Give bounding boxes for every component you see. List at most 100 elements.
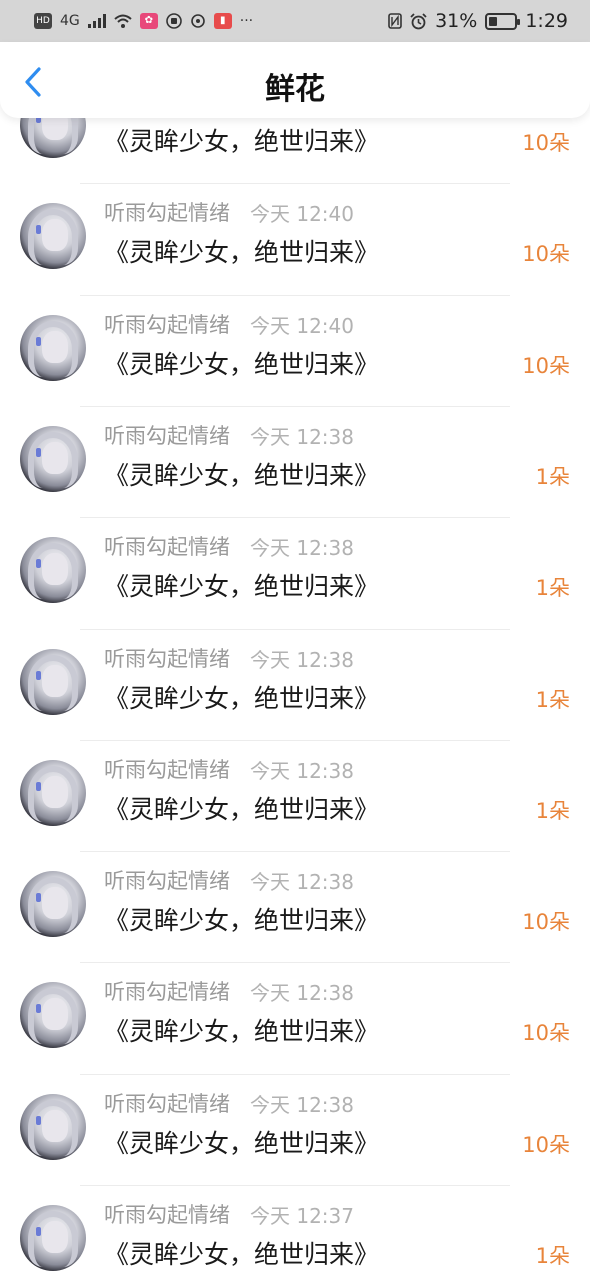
row-divider — [80, 294, 510, 296]
book-title[interactable]: 《灵眸少女，绝世归来》 — [104, 233, 379, 269]
status-bar-right: 31% 1:29 — [388, 10, 568, 32]
avatar-eye — [36, 447, 41, 457]
app-header: 鲜花 — [0, 42, 590, 118]
sender-name[interactable]: 听雨勾起情绪 — [104, 865, 230, 895]
list-item[interactable]: 听雨勾起情绪 今天 12:40 《灵眸少女，绝世归来》 10朵 — [0, 183, 590, 294]
row-divider — [80, 851, 510, 853]
flower-count: 10朵 — [522, 910, 570, 935]
book-title[interactable]: 《灵眸少女，绝世归来》 — [104, 345, 379, 381]
book-app-icon: ▮ — [213, 13, 232, 29]
book-title[interactable]: 《灵眸少女，绝世归来》 — [104, 456, 379, 492]
book-title[interactable]: 《灵眸少女，绝世归来》 — [104, 1124, 379, 1160]
avatar-eye — [36, 225, 41, 235]
list-item[interactable]: 听雨勾起情绪 今天 12:38 《灵眸少女，绝世归来》 10朵 — [0, 962, 590, 1073]
flower-count: 1朵 — [535, 687, 570, 712]
gift-time: 今天 12:38 — [250, 1092, 354, 1117]
page-title: 鲜花 — [265, 72, 325, 107]
clock: 1:29 — [525, 10, 568, 32]
sender-name[interactable]: 听雨勾起情绪 — [104, 1088, 230, 1118]
avatar[interactable] — [20, 982, 86, 1049]
gift-time: 今天 12:38 — [250, 536, 354, 561]
sender-name[interactable]: 听雨勾起情绪 — [104, 754, 230, 784]
gift-time: 今天 12:38 — [250, 870, 354, 895]
avatar[interactable] — [20, 314, 86, 381]
wifi-icon — [114, 14, 132, 28]
sender-name[interactable]: 听雨勾起情绪 — [104, 420, 230, 450]
avatar-face — [42, 664, 68, 697]
row-divider — [80, 183, 510, 185]
row-divider — [80, 1185, 510, 1186]
avatar-eye — [36, 1115, 41, 1125]
alarm-icon — [410, 12, 427, 29]
row-divider — [80, 739, 510, 741]
avatar[interactable] — [20, 871, 86, 938]
avatar[interactable] — [20, 1093, 86, 1160]
list-item[interactable]: 听雨勾起情绪 今天 12:38 《灵眸少女，绝世归来》 10朵 — [0, 851, 590, 962]
flower-count: 1朵 — [535, 798, 570, 823]
avatar-eye — [36, 336, 41, 346]
row-divider — [80, 628, 510, 630]
row-divider — [80, 405, 510, 407]
avatar[interactable] — [20, 759, 86, 826]
avatar-face — [42, 219, 68, 252]
flower-count: 1朵 — [535, 576, 570, 601]
avatar[interactable] — [20, 537, 86, 604]
avatar-face — [42, 775, 68, 808]
list-item[interactable]: 听雨勾起情绪 今天 12:38 《灵眸少女，绝世归来》 1朵 — [0, 517, 590, 628]
list-item[interactable]: 听雨勾起情绪 今天 12:38 《灵眸少女，绝世归来》 1朵 — [0, 739, 590, 851]
flower-count: 1朵 — [535, 464, 570, 489]
avatar[interactable] — [20, 1205, 86, 1271]
sender-name[interactable]: 听雨勾起情绪 — [104, 1199, 230, 1229]
list-item[interactable]: 听雨勾起情绪 今天 12:40 《灵眸少女，绝世归来》 10朵 — [0, 294, 590, 406]
avatar-eye — [36, 670, 41, 680]
list-item[interactable]: 听雨勾起情绪 今天 12:38 《灵眸少女，绝世归来》 10朵 — [0, 1073, 590, 1185]
status-bar-left: HD 4G ✿ ▮ ··· — [34, 13, 253, 29]
list-item[interactable]: 听雨勾起情绪 今天 12:37 《灵眸少女，绝世归来》 1朵 — [0, 1185, 590, 1280]
book-title[interactable]: 《灵眸少女，绝世归来》 — [104, 901, 379, 937]
hd-icon: HD — [34, 13, 52, 29]
sender-name[interactable]: 听雨勾起情绪 — [104, 976, 230, 1006]
list-item[interactable]: 听雨勾起情绪 今天 12:38 《灵眸少女，绝世归来》 1朵 — [0, 405, 590, 517]
sender-name[interactable]: 听雨勾起情绪 — [104, 531, 230, 561]
book-title[interactable]: 《灵眸少女，绝世归来》 — [104, 1012, 379, 1048]
avatar-face — [42, 441, 68, 474]
avatar-eye — [36, 893, 41, 903]
avatar-eye — [36, 781, 41, 791]
gift-time: 今天 12:40 — [250, 313, 354, 338]
avatar-face — [42, 1109, 68, 1142]
battery-icon — [485, 12, 521, 30]
avatar-face — [42, 887, 68, 920]
book-title[interactable]: 《灵眸少女，绝世归来》 — [104, 122, 379, 158]
avatar[interactable] — [20, 648, 86, 715]
avatar-face — [42, 998, 68, 1031]
gift-time: 今天 12:38 — [250, 758, 354, 783]
book-title[interactable]: 《灵眸少女，绝世归来》 — [104, 1235, 379, 1271]
book-title[interactable]: 《灵眸少女，绝世归来》 — [104, 679, 379, 715]
avatar[interactable] — [20, 203, 86, 270]
battery-percent: 31% — [435, 10, 478, 32]
avatar[interactable] — [20, 425, 86, 492]
flower-count: 1朵 — [535, 1244, 570, 1268]
sender-name[interactable]: 听雨勾起情绪 — [104, 643, 230, 673]
avatar-eye — [36, 559, 41, 569]
book-title[interactable]: 《灵眸少女，绝世归来》 — [104, 790, 379, 826]
nfc-status-icon — [388, 13, 402, 29]
list-item[interactable]: 听雨勾起情绪 今天 12:38 《灵眸少女，绝世归来》 1朵 — [0, 628, 590, 740]
row-divider — [80, 962, 510, 964]
flower-count: 10朵 — [522, 131, 570, 155]
gift-time: 今天 12:38 — [250, 424, 354, 449]
nfc-icon — [190, 14, 205, 28]
avatar-face — [42, 330, 68, 363]
sender-name[interactable]: 听雨勾起情绪 — [104, 197, 230, 227]
network-type-icon: 4G — [60, 13, 80, 29]
sender-name[interactable]: 听雨勾起情绪 — [104, 309, 230, 339]
flower-count: 10朵 — [522, 242, 570, 267]
more-notifications-icon: ··· — [239, 13, 254, 29]
book-title[interactable]: 《灵眸少女，绝世归来》 — [104, 567, 379, 603]
signal-icon — [87, 14, 106, 28]
hand-icon — [165, 13, 182, 29]
status-bar: HD 4G ✿ ▮ ··· 31% 1:29 — [0, 0, 590, 42]
flower-count: 10朵 — [522, 1132, 570, 1157]
battery-level — [489, 16, 497, 26]
row-divider — [80, 1073, 510, 1075]
